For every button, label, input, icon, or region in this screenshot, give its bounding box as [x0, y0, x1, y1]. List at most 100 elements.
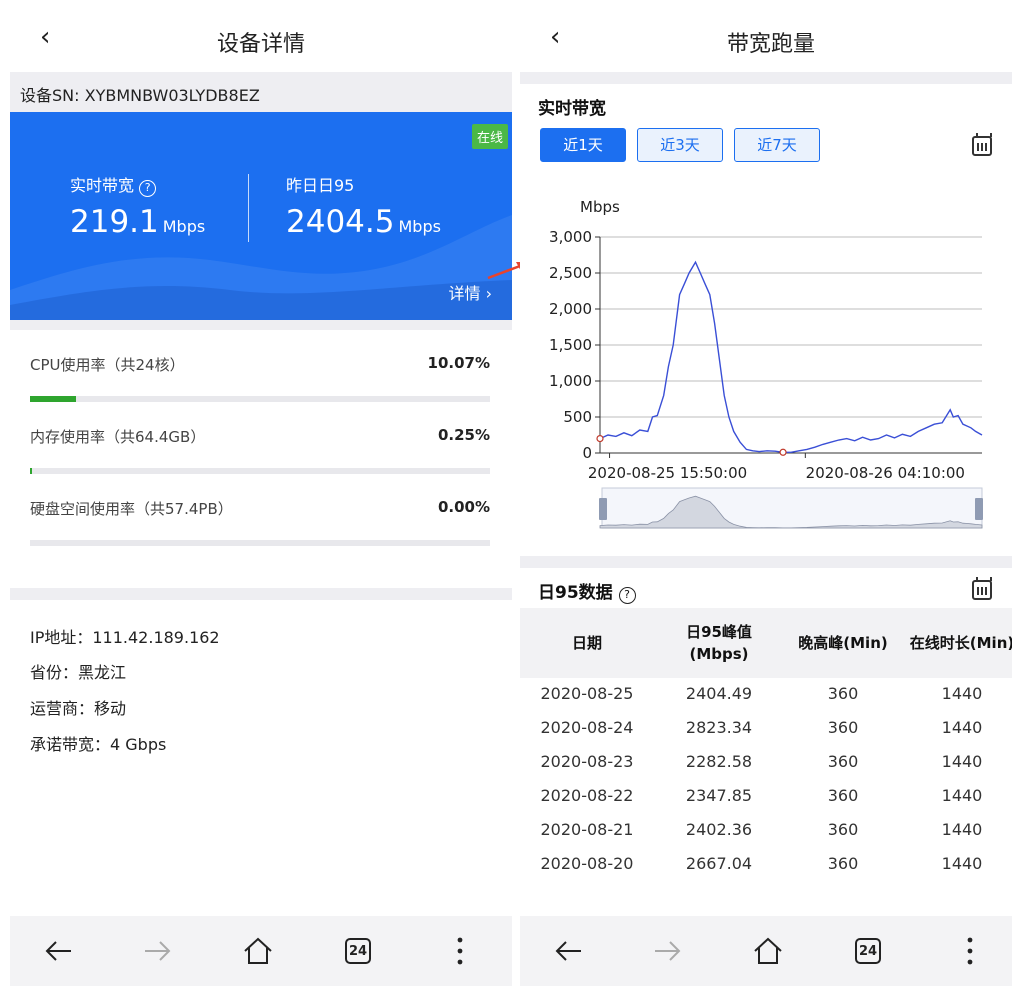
memory-usage-label: 内存使用率（共64.4GB）	[30, 428, 206, 446]
home-icon[interactable]	[228, 916, 288, 986]
province: 省份：黑龙江	[30, 663, 127, 682]
y-tick-label: 1,500	[549, 336, 592, 354]
table-cell: 1440	[941, 718, 983, 737]
browser-nav-bar: 24	[10, 916, 512, 986]
col-header-online-duration: 在线时长(Min)	[902, 608, 1012, 678]
col-header-p95-peak: 日95峰值 (Mbps)	[654, 608, 784, 678]
table-cell: 2020-08-24	[540, 718, 634, 737]
forward-arrow-icon[interactable]	[128, 916, 188, 986]
zoom-handle-left[interactable]	[599, 498, 607, 520]
table-cell: 2020-08-25	[540, 684, 634, 703]
series-start-marker	[596, 435, 604, 443]
header: ‹ 设备详情	[10, 0, 512, 72]
section-gap	[520, 72, 1012, 84]
yesterday-p95-value: 2404.5 Mbps	[286, 204, 441, 240]
col-header-evening-peak: 晚高峰(Min)	[784, 608, 902, 678]
browser-nav-bar: 24	[520, 916, 1012, 986]
table-cell: 360	[827, 718, 859, 737]
table-cell: 2823.34	[685, 718, 753, 737]
device-detail-screen: ‹ 设备详情 设备SN: XYBMNBW03LYDB8EZ 在线 实时带宽 ? …	[10, 0, 512, 986]
series-line	[599, 260, 983, 453]
realtime-bandwidth-title: 实时带宽	[538, 99, 606, 119]
table-cell: 360	[827, 820, 859, 839]
table-cell: 2282.58	[685, 752, 753, 771]
divider	[248, 174, 249, 242]
cpu-usage-value: 10.07%	[427, 354, 490, 372]
tabs-icon[interactable]: 24	[838, 916, 898, 986]
memory-usage-value: 0.25%	[437, 426, 490, 444]
disk-usage-value: 0.00%	[437, 498, 490, 516]
section-gap	[10, 588, 512, 600]
realtime-bandwidth-value: 219.1 Mbps	[70, 204, 206, 240]
more-menu-icon[interactable]	[940, 916, 1000, 986]
section-gap	[10, 320, 512, 330]
y-axis-label: Mbps	[580, 198, 620, 216]
online-badge: 在线	[471, 124, 508, 149]
col-header-date: 日期	[520, 608, 654, 678]
y-tick-label: 0	[582, 444, 592, 462]
table-cell: 2020-08-22	[540, 786, 634, 805]
x-tick-label: 2020-08-25 15:50:00	[588, 464, 747, 482]
forward-arrow-icon[interactable]	[638, 916, 698, 986]
carrier: 运营商：移动	[30, 699, 127, 718]
table-cell: 360	[827, 684, 859, 703]
disk-usage-bar	[30, 540, 490, 546]
back-arrow-icon[interactable]	[28, 916, 88, 986]
table-cell: 2347.85	[685, 786, 753, 805]
table-cell: 2020-08-20	[540, 854, 634, 873]
y-tick-label: 500	[563, 408, 592, 426]
bandwidth-usage-screen: ‹ 带宽跑量 实时带宽 近1天 近3天 近7天 Mbps 0 500 1,000 1,5…	[520, 0, 1012, 986]
table-cell: 1440	[941, 752, 983, 771]
range-3day-button[interactable]: 近3天	[637, 128, 723, 162]
device-sn: 设备SN: XYBMNBW03LYDB8EZ	[10, 72, 512, 112]
cpu-usage-bar	[30, 396, 490, 402]
calendar-icon[interactable]	[972, 133, 992, 156]
disk-usage-label: 硬盘空间使用率（共57.4PB）	[30, 500, 233, 518]
y-tick-label: 1,000	[549, 372, 592, 390]
memory-usage-bar	[30, 468, 490, 474]
help-circle-icon[interactable]: ?	[618, 587, 636, 604]
detail-link[interactable]: 详情 ›	[448, 280, 492, 304]
y-tick-label: 3,000	[549, 228, 592, 246]
table-cell: 1440	[941, 786, 983, 805]
x-tick-label: 2020-08-26 04:10:00	[806, 464, 965, 482]
series-min-marker	[779, 448, 787, 456]
home-icon[interactable]	[738, 916, 798, 986]
memory-usage-fill	[30, 468, 32, 474]
back-arrow-icon[interactable]	[538, 916, 598, 986]
section-gap	[520, 556, 1012, 568]
page-title: 带宽跑量	[726, 32, 815, 57]
day95-title: 日95数据 ?	[538, 578, 636, 604]
table-cell: 360	[827, 752, 859, 771]
help-circle-icon[interactable]: ?	[139, 180, 157, 197]
cpu-usage-fill	[30, 396, 77, 402]
table-cell: 2402.36	[685, 820, 753, 839]
header: ‹ 带宽跑量	[520, 0, 1012, 72]
ip-address: IP地址：111.42.189.162	[30, 628, 220, 647]
range-1day-button[interactable]: 近1天	[540, 128, 626, 162]
more-menu-icon[interactable]	[430, 916, 490, 986]
table-cell: 1440	[941, 684, 983, 703]
table-cell: 2404.49	[685, 684, 753, 703]
zoom-handle-right[interactable]	[975, 498, 983, 520]
y-tick-label: 2,000	[549, 300, 592, 318]
table-cell: 1440	[941, 854, 983, 873]
table-cell: 360	[827, 786, 859, 805]
page-title: 设备详情	[216, 32, 305, 57]
table-cell: 1440	[941, 820, 983, 839]
table-cell: 2667.04	[685, 854, 753, 873]
yesterday-p95-label: 昨日日95	[286, 176, 355, 195]
bandwidth-line-chart: Mbps 0 500 1,000 1,500 2,000 2,500 3,000 2020-08…	[549, 198, 983, 529]
table-cell: 2020-08-21	[540, 820, 634, 839]
bandwidth-banner: 在线 实时带宽 ? 219.1 Mbps 昨日日95 2404.5 Mbps 详情 …	[10, 112, 512, 320]
y-tick-label: 2,500	[549, 264, 592, 282]
realtime-bandwidth-label: 实时带宽 ?	[70, 172, 157, 197]
table-cell: 360	[827, 854, 859, 873]
range-7day-button[interactable]: 近7天	[734, 128, 820, 162]
committed-bandwidth: 承诺带宽：4 Gbps	[30, 735, 167, 754]
cpu-usage-label: CPU使用率（共24核）	[30, 356, 185, 374]
calendar-icon[interactable]	[972, 577, 992, 600]
chevron-right-icon: ›	[485, 284, 492, 303]
tabs-icon[interactable]: 24	[328, 916, 388, 986]
table-cell: 2020-08-23	[540, 752, 634, 771]
